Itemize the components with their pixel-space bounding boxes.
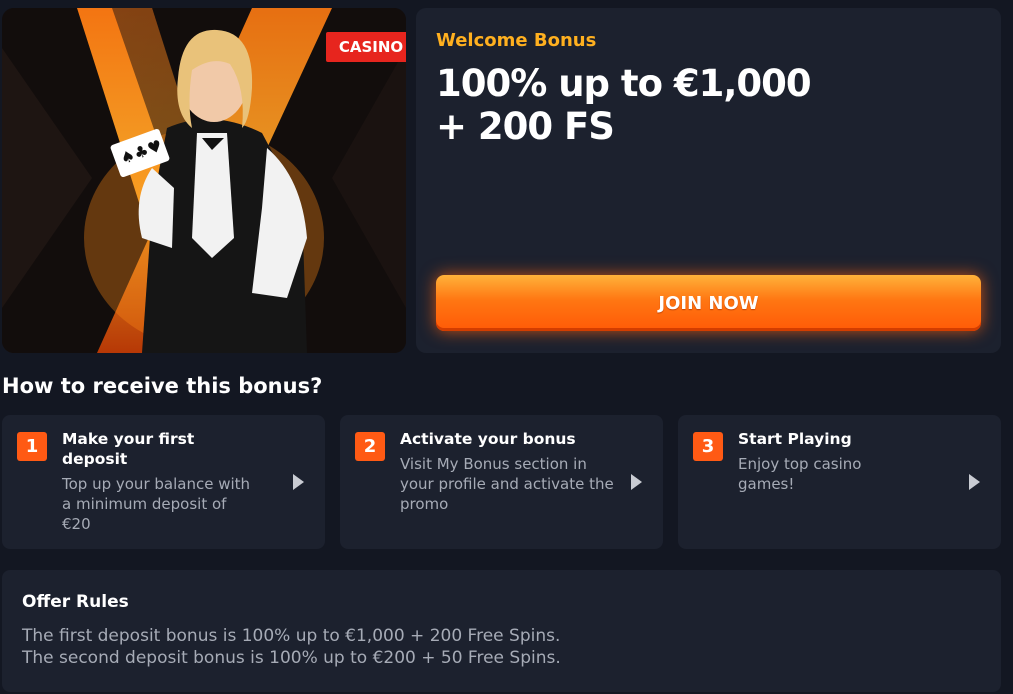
offer-rule-line: The first deposit bonus is 100% up to €1… (22, 626, 561, 646)
step-description: Top up your balance with a minimum depos… (62, 475, 251, 533)
arrow-right-icon[interactable] (631, 474, 642, 490)
bonus-title-line-1: 100% up to €1,000 (436, 62, 812, 105)
offer-rules-card: Offer Rules The first deposit bonus is 1… (2, 570, 1001, 692)
step-description: Visit My Bonus section in your profile a… (400, 455, 614, 513)
welcome-bonus-card: Welcome Bonus 100% up to €1,000 + 200 FS… (416, 8, 1001, 353)
step-title: Start Playing (738, 430, 852, 448)
step-description: Enjoy top casino games! (738, 455, 862, 493)
step-number-badge: 3 (693, 432, 723, 461)
casino-badge: CASINO (326, 32, 406, 62)
join-now-button[interactable]: JOIN NOW (436, 275, 981, 331)
arrow-right-icon[interactable] (293, 474, 304, 490)
how-to-title: How to receive this bonus? (2, 374, 323, 398)
arrow-right-icon[interactable] (969, 474, 980, 490)
bonus-title: 100% up to €1,000 + 200 FS (436, 62, 956, 148)
step-title: Make your first deposit (62, 430, 195, 468)
step-card-3[interactable]: 3 Start Playing Enjoy top casino games! (678, 415, 1001, 549)
step-title: Activate your bonus (400, 430, 576, 448)
hero-image: ♠♣♥ CASINO (2, 8, 406, 353)
bonus-label: Welcome Bonus (436, 30, 597, 51)
step-card-2[interactable]: 2 Activate your bonus Visit My Bonus sec… (340, 415, 663, 549)
step-number-badge: 2 (355, 432, 385, 461)
bonus-title-line-2: + 200 FS (436, 105, 615, 148)
step-number-badge: 1 (17, 432, 47, 461)
step-card-1[interactable]: 1 Make your first deposit Top up your ba… (2, 415, 325, 549)
offer-rules-title: Offer Rules (22, 592, 129, 612)
offer-rule-line: The second deposit bonus is 100% up to €… (22, 648, 561, 668)
